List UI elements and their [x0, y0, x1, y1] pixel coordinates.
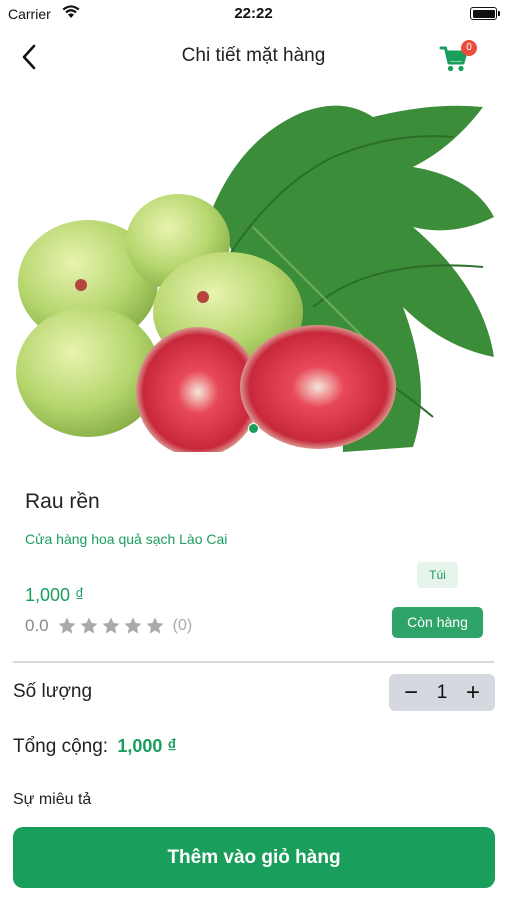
stock-status-button[interactable]: Còn hàng	[392, 607, 483, 638]
star-icon	[58, 617, 76, 634]
quantity-stepper: − 1 +	[389, 674, 495, 711]
status-bar: Carrier 22:22	[0, 0, 507, 30]
battery-icon	[470, 7, 500, 20]
page-title: Chi tiết mặt hàng	[181, 45, 326, 66]
rating-stars	[57, 616, 165, 636]
divider	[13, 661, 494, 663]
total-label: Tổng cộng:	[13, 736, 109, 757]
star-icon	[80, 617, 98, 634]
total-value: 1,000 ₫	[117, 736, 177, 756]
add-to-cart-button[interactable]: Thêm vào giỏ hàng	[13, 827, 495, 888]
description-label: Sự miêu tả	[13, 791, 92, 808]
quantity-label: Số lượng	[13, 681, 93, 702]
cart-button[interactable]: 0	[439, 38, 477, 74]
store-name-link[interactable]: Cửa hàng hoa quả sạch Lào Cai	[25, 531, 227, 547]
quantity-value: 1	[436, 681, 448, 703]
unit-tag: Túi	[417, 562, 458, 588]
clock: 22:22	[234, 5, 273, 22]
carousel-indicator-dot[interactable]	[248, 423, 259, 434]
nav-bar: Chi tiết mặt hàng 0	[0, 32, 507, 82]
product-image	[13, 97, 494, 452]
rating-count: (0)	[172, 617, 193, 634]
rating-row: 0.0 (0)	[25, 615, 192, 637]
total-row: Tổng cộng: 1,000 ₫	[13, 736, 177, 758]
star-icon	[102, 617, 120, 634]
decrease-quantity-button[interactable]: −	[401, 674, 421, 711]
cart-count-badge: 0	[461, 40, 477, 56]
star-icon	[124, 617, 142, 634]
rating-value: 0.0	[25, 616, 49, 635]
increase-quantity-button[interactable]: +	[463, 674, 483, 711]
product-name: Rau rền	[25, 490, 100, 513]
star-icon	[146, 617, 164, 634]
product-price: 1,000 ₫	[25, 585, 85, 605]
